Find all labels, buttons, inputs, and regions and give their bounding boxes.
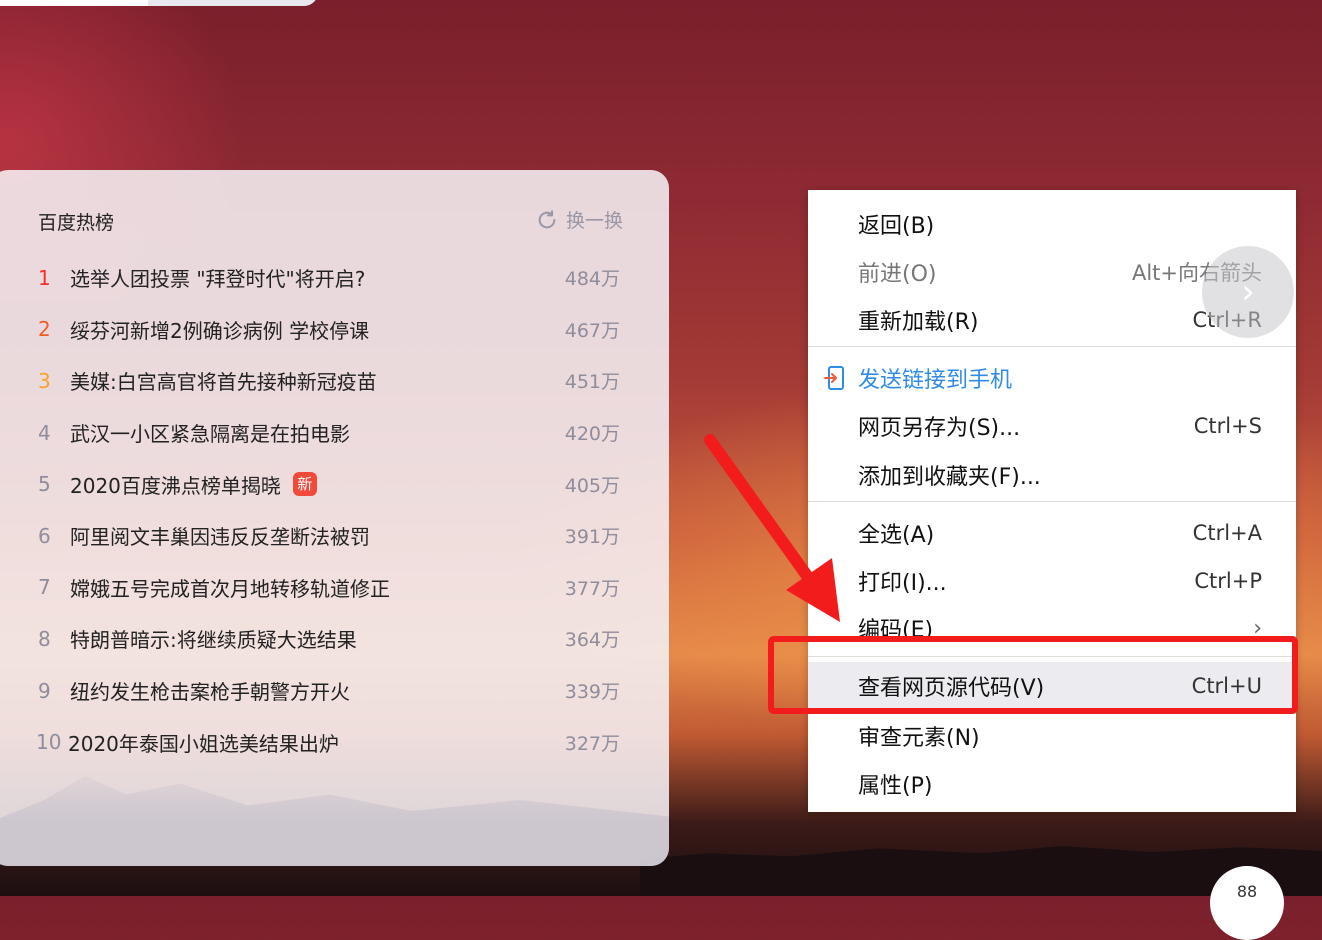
annotation-highlight-box xyxy=(768,636,1298,714)
hot-list-item[interactable]: 7 嫦娥五号完成首次月地转移轨道修正 377万 xyxy=(38,562,630,614)
hot-item-count: 484万 xyxy=(564,268,620,291)
hot-list-item[interactable]: 2 绥芬河新增2例确诊病例 学校停课 467万 xyxy=(38,304,630,356)
refresh-label: 换一换 xyxy=(566,210,624,232)
hot-item-count: 364万 xyxy=(564,629,620,652)
menu-separator xyxy=(808,346,1296,347)
menu-item-label: 网页另存为(S)... xyxy=(858,416,1021,441)
rank-number: 3 xyxy=(38,368,51,393)
menu-item-label: 添加到收藏夹(F)... xyxy=(858,465,1041,490)
hot-item-title[interactable]: 2020百度沸点榜单揭晓 xyxy=(70,470,281,499)
hot-list-item[interactable]: 6 阿里阅文丰巢因违反反垄断法被罚 391万 xyxy=(38,510,630,562)
hot-item-title[interactable]: 特朗普暗示:将继续质疑大选结果 xyxy=(70,624,357,653)
rank-number: 10 xyxy=(36,730,62,755)
menu-item-label: 返回(B) xyxy=(858,214,935,239)
hot-item-count: 420万 xyxy=(564,423,620,446)
refresh-button[interactable]: 换一换 xyxy=(536,206,623,233)
hot-item-title[interactable]: 阿里阅文丰巢因违反反垄断法被罚 xyxy=(70,521,370,550)
rank-number: 1 xyxy=(38,265,51,290)
menu-item-back[interactable]: 返回(B) xyxy=(808,200,1296,248)
menu-item-add-favorite[interactable]: 添加到收藏夹(F)... xyxy=(808,451,1296,499)
next-arrow-button[interactable]: › xyxy=(1202,246,1294,338)
search-bar[interactable] xyxy=(0,0,318,6)
hot-item-title[interactable]: 美媒:白宫高官将首先接种新冠疫苗 xyxy=(70,366,377,395)
rank-number: 5 xyxy=(38,472,51,497)
menu-item-label: 打印(I)... xyxy=(858,571,947,596)
corner-button[interactable]: 88 xyxy=(1210,866,1284,940)
hot-item-count: 467万 xyxy=(564,319,620,342)
rank-number: 4 xyxy=(38,420,51,445)
menu-item-print[interactable]: 打印(I)... Ctrl+P xyxy=(808,557,1296,605)
hot-item-title[interactable]: 嫦娥五号完成首次月地转移轨道修正 xyxy=(70,573,390,602)
new-badge: 新 xyxy=(292,472,317,497)
menu-separator xyxy=(808,501,1296,502)
hot-item-count: 405万 xyxy=(564,474,620,497)
hot-list-item[interactable]: 4 武汉一小区紧急隔离是在拍电影 420万 xyxy=(38,407,630,459)
rank-number: 8 xyxy=(38,626,51,651)
menu-item-save-as[interactable]: 网页另存为(S)... Ctrl+S xyxy=(808,402,1296,450)
menu-item-shortcut: Ctrl+A xyxy=(1192,521,1262,545)
hot-list-item[interactable]: 9 纽约发生枪击案枪手朝警方开火 339万 xyxy=(38,665,630,717)
hot-item-count: 327万 xyxy=(564,732,620,755)
hot-item-count: 339万 xyxy=(564,681,620,704)
rank-number: 6 xyxy=(38,523,51,548)
menu-item-send-to-phone[interactable]: 发送链接到手机 xyxy=(808,354,1296,402)
hot-item-title[interactable]: 绥芬河新增2例确诊病例 学校停课 xyxy=(70,315,369,344)
menu-item-label: 审查元素(N) xyxy=(858,726,980,751)
menu-item-shortcut: Ctrl+S xyxy=(1193,414,1262,438)
refresh-icon xyxy=(538,209,556,228)
hot-item-count: 377万 xyxy=(564,577,620,600)
hot-item-title[interactable]: 2020年泰国小姐选美结果出炉 xyxy=(68,728,339,757)
rank-number: 7 xyxy=(38,575,51,600)
search-button[interactable] xyxy=(148,0,318,6)
hot-item-count: 451万 xyxy=(564,371,620,394)
menu-item-label: 发送链接到手机 xyxy=(858,368,1013,393)
menu-item-label: 全选(A) xyxy=(858,523,935,548)
hot-list: 1 选举人团投票 "拜登时代"将开启? 484万 2 绥芬河新增2例确诊病例 学… xyxy=(36,252,630,768)
hot-list-item[interactable]: 10 2020年泰国小姐选美结果出炉 327万 xyxy=(36,716,630,768)
hot-list-item[interactable]: 3 美媒:白宫高官将首先接种新冠疫苗 451万 xyxy=(38,355,630,407)
hot-item-title[interactable]: 选举人团投票 "拜登时代"将开启? xyxy=(70,263,365,292)
hot-list-panel: 百度热榜 换一换 1 选举人团投票 "拜登时代"将开启? 484万 2 绥芬河新… xyxy=(0,170,669,866)
chevron-right-icon: › xyxy=(1241,272,1255,312)
hot-item-title[interactable]: 武汉一小区紧急隔离是在拍电影 xyxy=(70,418,350,447)
send-to-phone-icon xyxy=(824,366,844,390)
menu-item-properties[interactable]: 属性(P) xyxy=(808,760,1296,808)
menu-item-label: 前进(O) xyxy=(858,262,937,287)
hot-list-item[interactable]: 5 2020百度沸点榜单揭晓 新 405万 xyxy=(38,458,630,510)
hot-list-title: 百度热榜 xyxy=(38,212,115,234)
annotation-arrow xyxy=(704,434,840,622)
rank-number: 2 xyxy=(38,317,51,342)
rank-number: 9 xyxy=(38,678,51,703)
menu-item-shortcut: Ctrl+P xyxy=(1194,569,1262,593)
menu-item-label: 属性(P) xyxy=(858,774,933,799)
menu-item-select-all[interactable]: 全选(A) Ctrl+A xyxy=(808,509,1296,557)
hot-item-count: 391万 xyxy=(564,526,620,549)
corner-button-label: 88 xyxy=(1236,882,1258,901)
menu-item-inspect[interactable]: 审查元素(N) xyxy=(808,712,1296,760)
hot-item-title[interactable]: 纽约发生枪击案枪手朝警方开火 xyxy=(70,676,350,705)
hot-list-item[interactable]: 1 选举人团投票 "拜登时代"将开启? 484万 xyxy=(38,252,630,304)
hot-list-item[interactable]: 8 特朗普暗示:将继续质疑大选结果 364万 xyxy=(38,613,630,665)
menu-item-label: 重新加载(R) xyxy=(858,310,979,335)
